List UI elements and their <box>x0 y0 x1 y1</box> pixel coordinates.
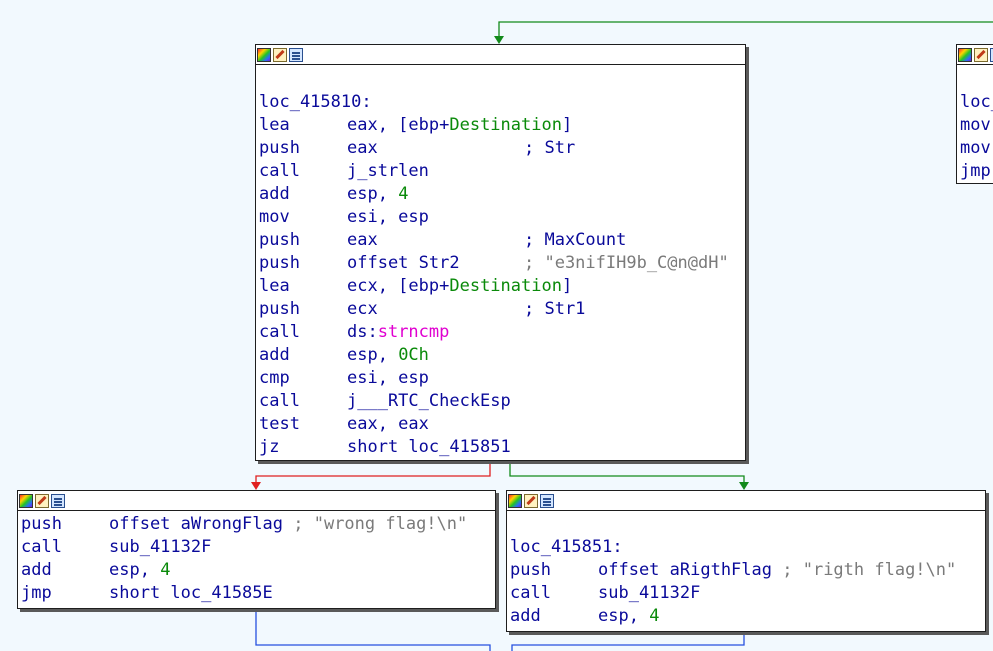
block-header <box>507 491 985 511</box>
asm-line[interactable]: mov <box>957 114 993 137</box>
block-body: push offset aWrongFlag ; "wrong flag!\n" … <box>18 511 495 605</box>
block-label[interactable]: loc_ <box>957 91 993 114</box>
asm-line[interactable]: add esp, 4 <box>256 183 745 206</box>
block-label[interactable]: loc_415851: <box>507 536 985 559</box>
block-body: loc_415810: lea eax, [ebp+Destination] pu… <box>256 65 745 459</box>
color-picker-icon[interactable] <box>257 47 271 62</box>
asm-line[interactable]: jmp short loc_41585E <box>18 582 495 605</box>
asm-line[interactable]: lea ecx, [ebp+Destination] <box>256 275 745 298</box>
asm-line[interactable]: call ds:strncmp <box>256 321 745 344</box>
asm-line[interactable]: cmp esi, esp <box>256 367 745 390</box>
asm-line[interactable]: mov esi, esp <box>256 206 745 229</box>
color-picker-icon[interactable] <box>958 47 972 62</box>
edge-true-arrow <box>739 482 749 490</box>
code-block-loc-415851[interactable]: loc_415851: push offset aRigthFlag ; "rig… <box>506 490 986 632</box>
block-header <box>18 491 495 511</box>
asm-line[interactable]: mov <box>957 137 993 160</box>
color-picker-icon[interactable] <box>508 493 522 508</box>
asm-line[interactable]: lea eax, [ebp+Destination] <box>256 114 745 137</box>
block-header <box>256 45 745 65</box>
edge-incoming-main <box>498 21 993 38</box>
edit-icon[interactable] <box>273 47 287 62</box>
asm-line[interactable]: call j_strlen <box>256 160 745 183</box>
asm-line[interactable]: jz short loc_415851 <box>256 436 745 459</box>
asm-line[interactable]: push offset Str2; "e3nifIH9b_C@n@dH" <box>256 252 745 275</box>
asm-line[interactable]: call j___RTC_CheckEsp <box>256 390 745 413</box>
color-picker-icon[interactable] <box>19 493 33 508</box>
asm-line[interactable]: add esp, 4 <box>18 559 495 582</box>
edit-icon[interactable] <box>524 493 538 508</box>
asm-line[interactable]: add esp, 4 <box>507 605 985 628</box>
empty-line <box>256 68 745 91</box>
asm-line[interactable]: call sub_41132F <box>18 536 495 559</box>
edge-true-branch <box>509 461 745 484</box>
code-block-wrong-flag[interactable]: push offset aWrongFlag ; "wrong flag!\n" … <box>17 490 496 609</box>
edit-icon[interactable] <box>974 47 988 62</box>
asm-line[interactable]: call sub_41132F <box>507 582 985 605</box>
block-body: loc_ mov mov jmp <box>957 65 993 183</box>
graph-icon[interactable] <box>540 493 554 508</box>
graph-icon[interactable] <box>51 493 65 508</box>
edit-icon[interactable] <box>35 493 49 508</box>
block-label[interactable]: loc_415810: <box>256 91 745 114</box>
edge-jump-wrong <box>255 609 491 651</box>
code-block-side-partial[interactable]: loc_ mov mov jmp <box>956 44 993 184</box>
edge-false-branch <box>255 461 491 484</box>
empty-line <box>507 513 985 536</box>
graph-icon[interactable] <box>289 47 303 62</box>
block-body: loc_415851: push offset aRigthFlag ; "rig… <box>507 511 985 628</box>
edge-jump-right <box>511 632 745 651</box>
empty-line <box>957 68 993 91</box>
asm-line[interactable]: push eax; Str <box>256 137 745 160</box>
asm-line[interactable]: jmp <box>957 160 993 183</box>
code-block-loc-415810[interactable]: loc_415810: lea eax, [ebp+Destination] pu… <box>255 44 746 461</box>
asm-line[interactable]: test eax, eax <box>256 413 745 436</box>
block-header <box>957 45 993 65</box>
asm-line[interactable]: push offset aWrongFlag ; "wrong flag!\n" <box>18 513 495 536</box>
asm-line[interactable]: add esp, 0Ch <box>256 344 745 367</box>
edge-false-arrow <box>251 482 261 490</box>
edge-incoming-arrow <box>494 36 504 44</box>
asm-line[interactable]: push ecx; Str1 <box>256 298 745 321</box>
asm-line[interactable]: push offset aRigthFlag ; "rigth flag!\n" <box>507 559 985 582</box>
asm-line[interactable]: push eax; MaxCount <box>256 229 745 252</box>
